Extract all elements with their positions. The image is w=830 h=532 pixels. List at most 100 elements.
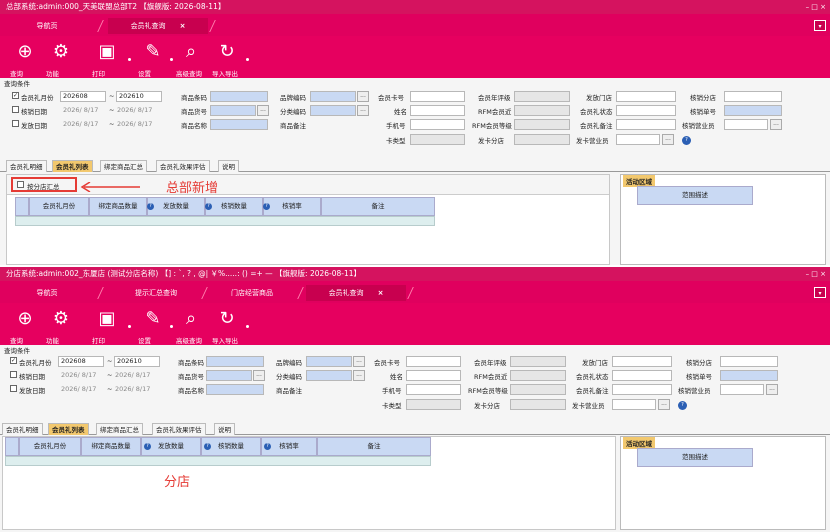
issue-clerk-input[interactable] [616, 134, 660, 145]
month-from-field[interactable]: 202608 [58, 356, 104, 367]
verify-date-checkbox[interactable] [12, 106, 19, 113]
brand-code-input[interactable] [310, 91, 356, 102]
month-to-field[interactable]: 202610 [116, 91, 162, 102]
close-icon[interactable]: × [180, 22, 186, 30]
issue-store-select[interactable] [616, 91, 676, 102]
tab-nav[interactable]: 导航页 [22, 18, 72, 34]
goods-browse-button[interactable]: ... [257, 105, 269, 116]
gift-status-select[interactable] [616, 105, 676, 116]
window-controls[interactable]: – □ × [806, 267, 826, 281]
verify-clerk-browse-button[interactable]: ... [766, 384, 778, 395]
mobile-input[interactable] [406, 384, 461, 395]
print-button[interactable]: ▣ 打印 [92, 40, 122, 78]
column-header-issue-qty[interactable]: 发放数量 [147, 197, 205, 216]
column-header-month[interactable]: 会员礼月份 [29, 197, 89, 216]
category-browse-button[interactable]: ... [357, 105, 369, 116]
month-from-field[interactable]: 202608 [60, 91, 106, 102]
help-icon[interactable]: ? [682, 136, 691, 145]
query-button[interactable]: ⊕ 查询 [10, 40, 40, 78]
verify-date-to[interactable]: 2026/ 8/17 [117, 106, 152, 114]
brand-browse-button[interactable]: ... [357, 91, 369, 102]
tab-bound-goods-summary[interactable]: 绑定商品汇总 [96, 423, 143, 435]
card-no-input[interactable] [406, 356, 461, 367]
verify-store-select[interactable] [720, 356, 778, 367]
goods-name-input[interactable] [210, 119, 268, 130]
verify-no-input[interactable] [720, 370, 778, 381]
table-row[interactable] [15, 216, 435, 226]
tab-alert-summary[interactable]: 提示汇总查询 [116, 285, 196, 301]
goods-name-input[interactable] [206, 384, 264, 395]
column-header-notes[interactable]: 备注 [321, 197, 435, 216]
year-rating-select[interactable] [514, 91, 570, 102]
verify-clerk-input[interactable] [720, 384, 764, 395]
rfm-level-select[interactable] [510, 384, 566, 395]
name-input[interactable] [410, 105, 465, 116]
verify-date-from[interactable]: 2026/ 8/17 [63, 106, 98, 114]
settings-button[interactable]: ✎ 设置 [138, 307, 168, 345]
verify-no-input[interactable] [724, 105, 782, 116]
goods-no-input[interactable] [206, 370, 252, 381]
issue-branch-select[interactable] [514, 134, 570, 145]
tab-nav[interactable]: 导航页 [22, 285, 72, 301]
gift-note-input[interactable] [612, 384, 672, 395]
issue-store-select[interactable] [612, 356, 672, 367]
month-checkbox[interactable]: ✓ [10, 357, 17, 364]
table-row[interactable] [5, 456, 431, 466]
goods-code-input[interactable] [210, 91, 268, 102]
column-header-bound-qty[interactable]: 绑定商品数量 [81, 437, 141, 456]
tab-gift-detail[interactable]: 会员礼明细 [2, 423, 43, 435]
card-type-select[interactable] [410, 134, 465, 145]
column-header-scope[interactable]: 范围描述 [637, 186, 753, 205]
column-header-verify-qty[interactable]: 核销数量 [205, 197, 263, 216]
brand-code-input[interactable] [306, 356, 352, 367]
brand-browse-button[interactable]: ... [353, 356, 365, 367]
goods-browse-button[interactable]: ... [253, 370, 265, 381]
verify-date-checkbox[interactable] [10, 371, 17, 378]
month-to-field[interactable]: 202610 [114, 356, 160, 367]
tab-gift-effect[interactable]: 会员礼效果评估 [152, 423, 206, 435]
close-icon[interactable]: × [378, 289, 384, 297]
issue-clerk-input[interactable] [612, 399, 656, 410]
issue-date-checkbox[interactable] [12, 120, 19, 127]
tab-store-goods[interactable]: 门店经营商品 [212, 285, 292, 301]
issue-clerk-browse-button[interactable]: ... [662, 134, 674, 145]
tab-notes[interactable]: 说明 [218, 160, 239, 172]
settings-button[interactable]: ✎ 设置 [138, 40, 168, 78]
verify-date-to[interactable]: 2026/ 8/17 [115, 371, 150, 379]
month-checkbox[interactable]: ✓ [12, 92, 19, 99]
function-button[interactable]: ⚙ 功能 [46, 307, 76, 345]
issue-date-checkbox[interactable] [10, 385, 17, 392]
rfm-recent-select[interactable] [510, 370, 566, 381]
advanced-query-button[interactable]: ⌕ 高级查询 [176, 40, 206, 78]
tab-gift-list[interactable]: 会员礼列表 [52, 160, 93, 172]
issue-branch-select[interactable] [510, 399, 566, 410]
verify-date-from[interactable]: 2026/ 8/17 [61, 371, 96, 379]
tab-member-gift-query[interactable]: 会员礼查询 × [306, 285, 406, 301]
issue-date-from[interactable]: 2026/ 8/17 [61, 385, 96, 393]
category-code-input[interactable] [306, 370, 352, 381]
tab-gift-detail[interactable]: 会员礼明细 [6, 160, 47, 172]
year-rating-select[interactable] [510, 356, 566, 367]
tab-notes[interactable]: 说明 [214, 423, 235, 435]
gift-note-input[interactable] [616, 119, 676, 130]
card-no-input[interactable] [410, 91, 465, 102]
goods-no-input[interactable] [210, 105, 256, 116]
category-browse-button[interactable]: ... [353, 370, 365, 381]
verify-clerk-input[interactable] [724, 119, 768, 130]
name-input[interactable] [406, 370, 461, 381]
help-icon[interactable]: ? [678, 401, 687, 410]
mobile-input[interactable] [410, 119, 465, 130]
print-button[interactable]: ▣ 打印 [92, 307, 122, 345]
issue-date-to[interactable]: 2026/ 8/17 [117, 120, 152, 128]
issue-clerk-browse-button[interactable]: ... [658, 399, 670, 410]
verify-store-select[interactable] [724, 91, 782, 102]
window-controls[interactable]: – □ × [806, 0, 826, 14]
query-button[interactable]: ⊕ 查询 [10, 307, 40, 345]
gift-status-select[interactable] [612, 370, 672, 381]
restore-button[interactable]: ▾ [814, 287, 826, 298]
import-export-button[interactable]: ↻ 导入导出 [212, 307, 242, 345]
column-header-notes[interactable]: 备注 [317, 437, 431, 456]
issue-date-from[interactable]: 2026/ 8/17 [63, 120, 98, 128]
rfm-level-select[interactable] [514, 119, 570, 130]
group-by-store-checkbox[interactable] [17, 181, 24, 188]
